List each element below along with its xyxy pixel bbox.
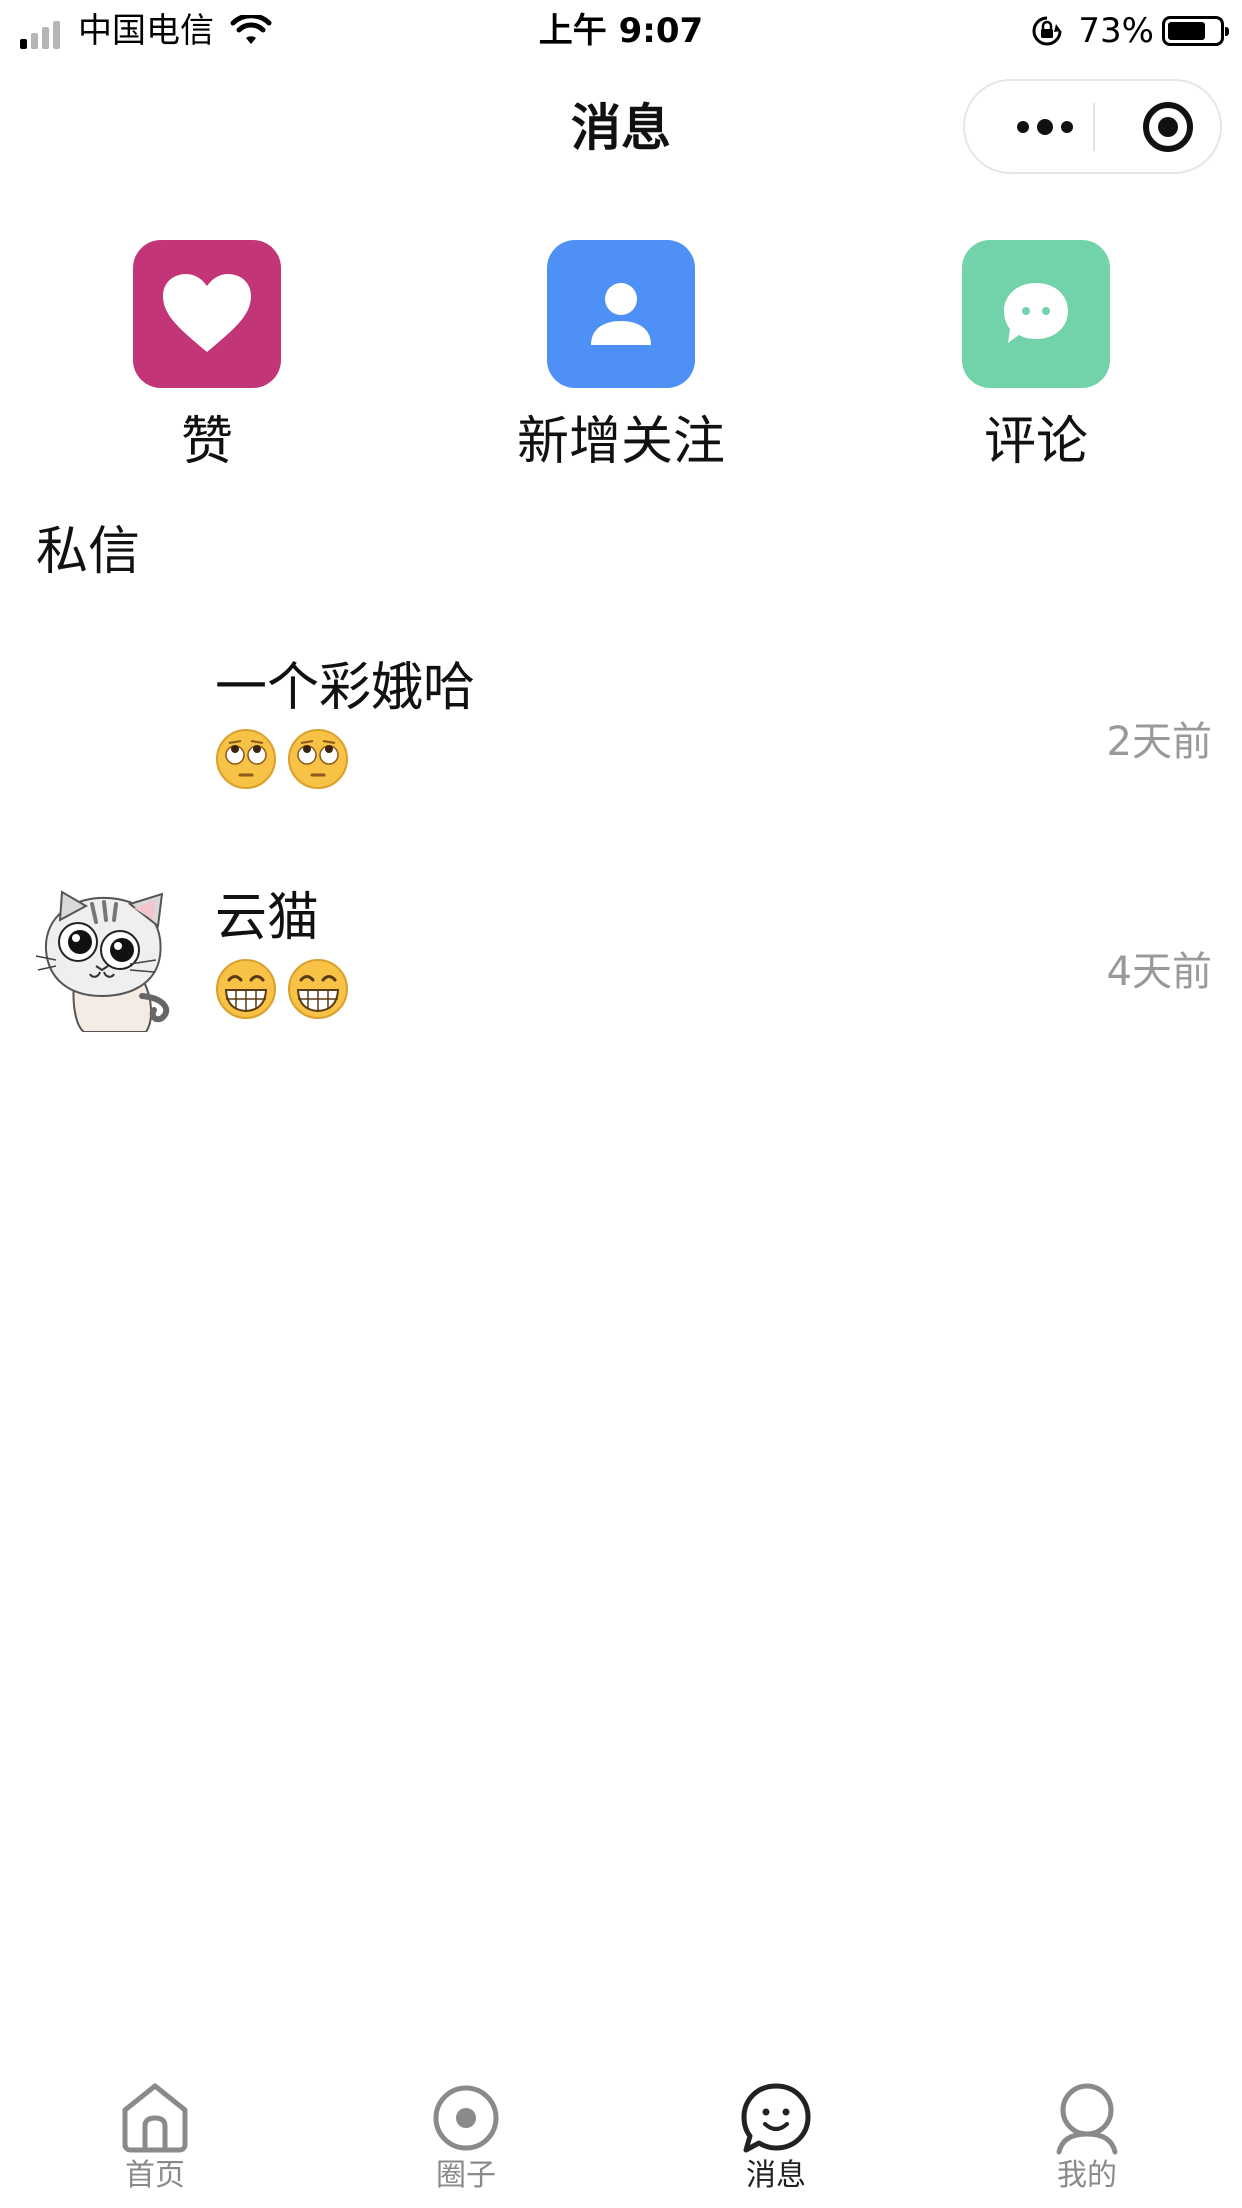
quick-action-label: 评论	[983, 412, 1088, 472]
message-sender: 云猫	[215, 888, 320, 948]
capsule-divider	[1093, 103, 1095, 151]
more-button[interactable]	[1005, 81, 1085, 172]
grinning-emoji	[216, 959, 276, 1019]
more-dots-icon	[1017, 118, 1073, 135]
status-right: 73%	[1030, 8, 1229, 54]
mini-program-capsule	[963, 79, 1222, 174]
tab-messages[interactable]: 消息	[621, 2068, 931, 2208]
cat-avatar-icon	[34, 886, 180, 1032]
likes-tile	[133, 240, 281, 388]
status-bar: 中国电信 上午 9:07 73%	[0, 0, 1242, 62]
grinning-emoji	[288, 959, 348, 1019]
battery-percent: 73%	[1078, 11, 1154, 51]
chat-bubble-icon	[1004, 283, 1068, 343]
tab-label: 消息	[746, 2158, 806, 2193]
comments-tile	[962, 240, 1110, 388]
quick-action-comments[interactable]: 评论	[886, 240, 1186, 474]
rotation-lock-icon	[1032, 16, 1062, 46]
quick-action-label: 新增关注	[516, 412, 725, 472]
quick-action-new-followers[interactable]: 新增关注	[471, 240, 771, 474]
tab-label: 我的	[1057, 2158, 1117, 2193]
app-root: 中国电信 上午 9:07 73% 消息 赞 新增关注 评论 私信 一个彩娥哈 2…	[0, 0, 1242, 2208]
close-button[interactable]	[1128, 81, 1208, 172]
quick-action-likes[interactable]: 赞	[57, 240, 357, 474]
tab-label: 圈子	[436, 2158, 496, 2193]
person-icon	[591, 283, 651, 345]
home-icon	[122, 2083, 188, 2153]
tab-home[interactable]: 首页	[0, 2068, 310, 2208]
message-item[interactable]: 云猫 4天前	[0, 886, 1242, 1066]
heart-icon	[163, 274, 251, 352]
target-circle-icon	[1143, 101, 1193, 152]
rolling-eyes-emoji	[288, 729, 348, 789]
message-time: 2天前	[1106, 719, 1212, 765]
message-sender: 一个彩娥哈	[215, 658, 476, 718]
message-item[interactable]: 一个彩娥哈 2天前	[0, 656, 1242, 836]
tab-bar: 首页 圈子 消息 我的	[0, 2068, 1242, 2208]
quick-action-label: 赞	[180, 412, 233, 472]
followers-tile	[547, 240, 695, 388]
section-title-dm: 私信	[36, 522, 141, 582]
tab-label: 首页	[125, 2158, 185, 2193]
message-preview	[215, 728, 359, 790]
tab-mine[interactable]: 我的	[932, 2068, 1242, 2208]
user-icon	[1056, 2083, 1118, 2155]
tab-circle[interactable]: 圈子	[311, 2068, 621, 2208]
rolling-eyes-emoji	[216, 729, 276, 789]
quick-actions: 赞 新增关注 评论	[0, 240, 1242, 480]
message-time: 4天前	[1106, 949, 1212, 995]
avatar	[34, 656, 180, 802]
message-preview	[215, 958, 359, 1020]
circle-dot-icon	[433, 2085, 499, 2151]
avatar	[34, 886, 180, 1032]
battery-icon	[1162, 16, 1229, 46]
message-smile-icon	[741, 2083, 811, 2153]
